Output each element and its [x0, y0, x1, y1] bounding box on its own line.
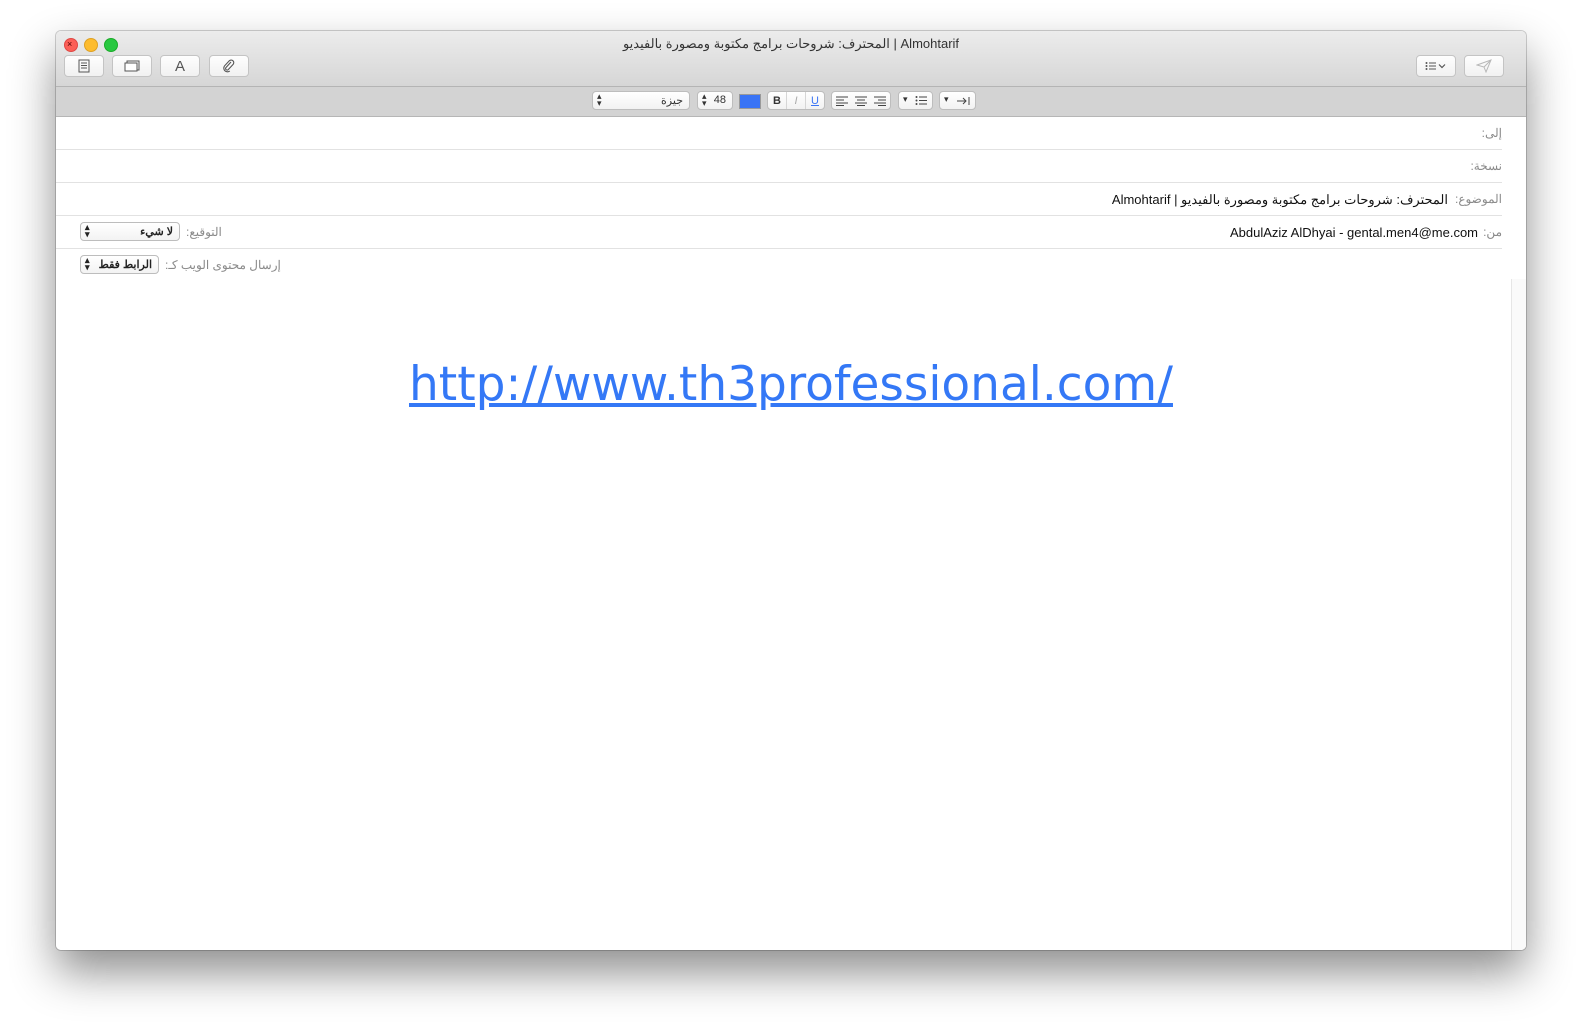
header-fields-button[interactable]: [64, 55, 104, 77]
paper-plane-icon: [1476, 59, 1492, 73]
window-icon: [124, 60, 140, 72]
font-family-popup[interactable]: ▴ ▾ جيزة: [592, 91, 690, 110]
message-headers: إلى: نسخة: الموضوع: المحترف: شروحات برام…: [56, 117, 1526, 282]
indent-icon: [957, 97, 970, 105]
alignment-group: [831, 91, 891, 110]
message-body[interactable]: http://www.th3professional.com/: [56, 279, 1526, 950]
mail-compose-window: × المحترف: شروحات برامج مكتوبة ومصورة با…: [56, 31, 1526, 950]
bullet-list-icon: [915, 96, 927, 105]
list-style-popup[interactable]: ▾: [898, 91, 933, 110]
font-family-value: جيزة: [661, 95, 683, 107]
attach-button[interactable]: [209, 55, 249, 77]
font-icon: A: [174, 57, 185, 75]
from-label: من:: [1483, 225, 1502, 239]
up-down-arrows-icon: ▴ ▾: [702, 91, 707, 108]
chevron-down-icon: ▾: [944, 94, 949, 104]
chevron-down-icon: ▾: [903, 94, 908, 104]
font-size-value: 48: [713, 94, 726, 106]
up-down-arrows-icon: ▴ ▾: [85, 255, 90, 272]
cc-label: نسخة:: [1470, 159, 1502, 173]
align-center-icon: [854, 96, 867, 106]
list-menu-button[interactable]: [1416, 55, 1456, 77]
font-size-popup[interactable]: ▴ ▾ 48: [697, 91, 733, 110]
fonts-button[interactable]: A: [160, 55, 200, 77]
underline-button[interactable]: U: [806, 92, 824, 109]
up-down-arrows-icon: ▴ ▾: [85, 222, 90, 239]
from-value[interactable]: AbdulAziz AlDhyai - gental.men4@me.com: [1230, 225, 1478, 240]
align-right-button[interactable]: [871, 92, 890, 109]
send-web-content-label: إرسال محتوى الويب كـ:: [165, 258, 281, 272]
subject-label: الموضوع:: [1454, 192, 1502, 206]
up-down-arrows-icon: ▴ ▾: [597, 91, 602, 108]
signature-label: التوقيع:: [186, 225, 222, 239]
italic-button[interactable]: I: [786, 92, 806, 109]
from-field-row: من: AbdulAziz AlDhyai - gental.men4@me.c…: [56, 216, 1502, 249]
bold-button[interactable]: B: [768, 92, 786, 109]
send-web-content-row: إرسال محتوى الويب كـ: ▴ ▾ الرابط فقط: [56, 249, 1502, 282]
text-color-swatch[interactable]: [739, 94, 761, 109]
align-right-icon: [874, 96, 887, 106]
form-icon: [78, 59, 90, 73]
paperclip-icon: [223, 59, 235, 73]
align-left-icon: [835, 96, 848, 106]
cc-field-row[interactable]: نسخة:: [56, 150, 1502, 183]
scrollbar[interactable]: [1511, 279, 1526, 950]
send-button[interactable]: [1464, 55, 1504, 77]
format-bar: ▴ ▾ جيزة ▴ ▾ 48 B I U ▾ ▾: [56, 87, 1526, 117]
align-left-button[interactable]: [832, 92, 851, 109]
align-center-button[interactable]: [851, 92, 870, 109]
browser-tab-button[interactable]: [112, 55, 152, 77]
to-label: إلى:: [1481, 126, 1502, 140]
body-link[interactable]: http://www.th3professional.com/: [56, 357, 1526, 412]
list-icon: [1425, 62, 1446, 70]
send-web-content-popup[interactable]: ▴ ▾ الرابط فقط: [80, 255, 159, 274]
send-web-content-value: الرابط فقط: [98, 259, 152, 271]
indent-popup[interactable]: ▾: [939, 91, 976, 110]
window-title: المحترف: شروحات برامج مكتوبة ومصورة بالف…: [622, 36, 960, 51]
text-style-group: B I U: [767, 91, 825, 110]
signature-popup[interactable]: ▴ ▾ لا شيء: [80, 222, 180, 241]
subject-value[interactable]: المحترف: شروحات برامج مكتوبة ومصورة بالف…: [1112, 192, 1448, 208]
to-field-row[interactable]: إلى:: [56, 117, 1502, 150]
signature-value: لا شيء: [140, 226, 173, 238]
subject-field-row[interactable]: الموضوع: المحترف: شروحات برامج مكتوبة وم…: [56, 183, 1502, 216]
title-bar: × المحترف: شروحات برامج مكتوبة ومصورة با…: [56, 31, 1526, 87]
